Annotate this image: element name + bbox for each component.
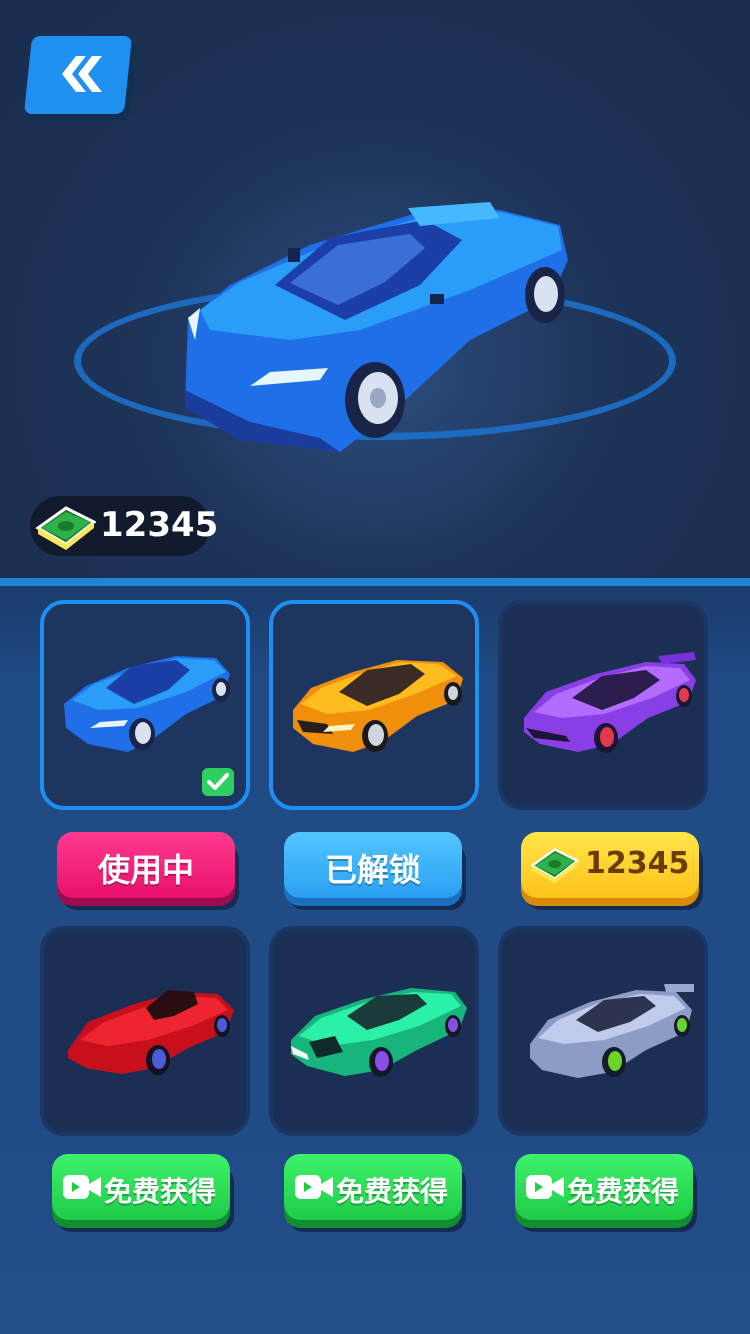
car-slot-silver[interactable]	[498, 926, 708, 1136]
car-slot-green[interactable]	[269, 926, 479, 1136]
car-blue-thumb	[64, 656, 230, 752]
video-camera-icon	[63, 1175, 101, 1199]
unlocked-label: 已解锁	[324, 851, 421, 889]
car-silver-thumb	[530, 984, 694, 1078]
purple-car-price: 12345	[585, 846, 690, 881]
car-slot-purple[interactable]	[498, 600, 708, 810]
balance-amount: 12345	[100, 505, 219, 545]
free-get-red-button[interactable]: 免费获得	[52, 1154, 230, 1220]
buy-purple-car-button[interactable]: 12345	[521, 832, 699, 898]
free-get-label: 免费获得	[567, 1175, 680, 1208]
in-use-label: 使用中	[97, 851, 194, 889]
selected-check-icon	[202, 768, 234, 796]
cash-stack-icon	[529, 848, 579, 884]
back-button[interactable]	[23, 36, 136, 120]
car-purple-thumb	[524, 652, 696, 753]
unlocked-button[interactable]: 已解锁	[284, 832, 462, 898]
car-slot-blue[interactable]	[40, 600, 250, 810]
video-camera-icon	[526, 1175, 564, 1199]
free-get-label: 免费获得	[104, 1175, 217, 1208]
free-get-label: 免费获得	[336, 1175, 449, 1208]
video-camera-icon	[295, 1175, 333, 1199]
in-use-button[interactable]: 使用中	[57, 832, 235, 898]
balance-pill: 12345	[30, 496, 218, 556]
double-chevron-left-icon	[62, 56, 102, 92]
panel-divider	[0, 578, 750, 586]
cash-stack-icon	[35, 506, 96, 550]
car-orange-thumb	[293, 660, 463, 752]
free-get-green-button[interactable]: 免费获得	[284, 1154, 462, 1220]
free-get-silver-button[interactable]: 免费获得	[515, 1154, 693, 1220]
featured-car-blue	[185, 202, 568, 452]
car-red-thumb	[68, 990, 234, 1075]
car-slot-orange[interactable]	[269, 600, 479, 810]
car-green-thumb	[291, 988, 467, 1077]
car-slot-red[interactable]	[40, 926, 250, 1136]
